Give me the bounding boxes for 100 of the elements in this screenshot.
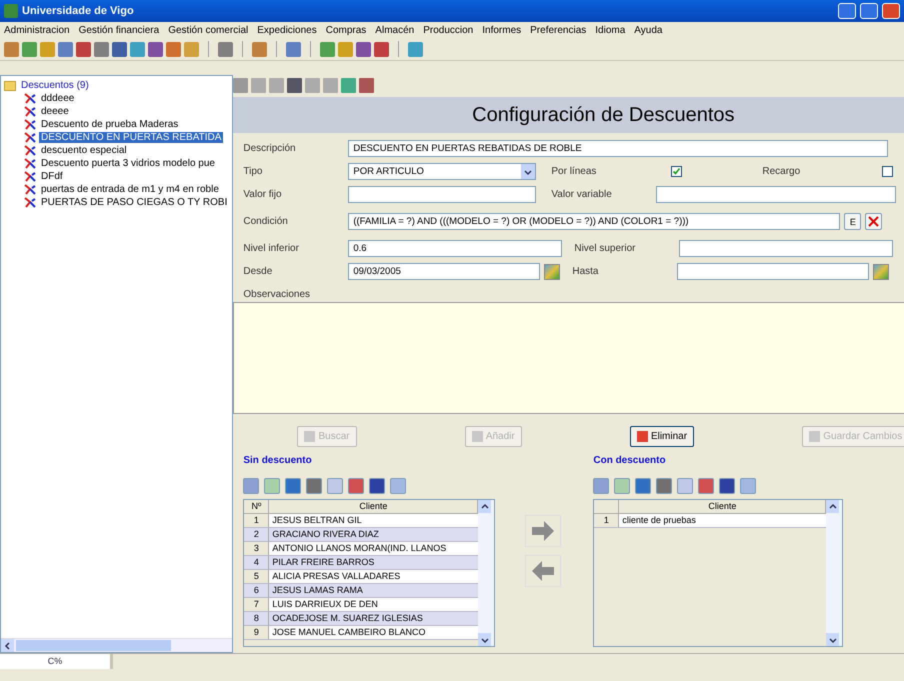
tree-item[interactable]: deeee xyxy=(39,106,71,117)
toolbar-button[interactable] xyxy=(356,42,371,56)
tree-item[interactable]: dddeee xyxy=(39,93,76,104)
toolbar-button[interactable] xyxy=(148,42,163,56)
calendar-icon[interactable] xyxy=(544,264,560,280)
notes-field[interactable] xyxy=(233,302,904,414)
toolbar-button[interactable] xyxy=(698,478,714,494)
text-field[interactable] xyxy=(348,186,536,203)
section-title: Sin descuento xyxy=(243,455,313,468)
menu-item[interactable]: Gestión financiera xyxy=(78,24,160,36)
tree-item[interactable]: puertas de entrada de m1 y m4 en roble xyxy=(39,184,221,195)
maximize-button[interactable] xyxy=(860,3,878,19)
field-label: Valor fijo xyxy=(243,189,283,200)
toolbar-button[interactable] xyxy=(76,42,91,56)
discount-icon xyxy=(24,171,36,182)
tree-item[interactable]: Descuento de prueba Maderas xyxy=(39,119,180,130)
field-label: Recargo xyxy=(762,166,802,177)
menu-item[interactable]: Preferencias xyxy=(530,24,586,36)
discount-icon xyxy=(24,119,36,130)
text-field[interactable]: DESCUENTO EN PUERTAS REBATIDAS DE ROBLE xyxy=(348,140,888,157)
calendar-icon[interactable] xyxy=(873,264,890,280)
menu-item[interactable]: Produccion xyxy=(423,24,474,36)
row-number: 9 xyxy=(244,626,270,640)
toolbar-button[interactable] xyxy=(306,478,322,494)
toolbar-button[interactable] xyxy=(94,42,109,56)
tree-item[interactable]: Descuento puerta 3 vidrios modelo pue xyxy=(39,158,217,169)
scroll-down-icon[interactable] xyxy=(480,636,489,644)
field-label: Por líneas xyxy=(551,166,598,177)
field-label: Desde xyxy=(243,266,274,277)
scrollbar[interactable] xyxy=(1,638,232,652)
toolbar-button[interactable] xyxy=(348,478,364,494)
checkbox[interactable] xyxy=(671,166,682,177)
tree-item[interactable]: descuento especial xyxy=(39,145,129,156)
column-header[interactable]: Cliente xyxy=(269,500,478,514)
minimize-button[interactable] xyxy=(838,3,856,19)
menu-item[interactable]: Informes xyxy=(482,24,522,36)
row-number: 8 xyxy=(244,612,270,626)
field-label: Nivel superior xyxy=(574,243,636,254)
column-header[interactable]: Cliente xyxy=(619,500,826,514)
toolbar-button[interactable] xyxy=(369,478,386,494)
menu-item[interactable]: Expediciones xyxy=(257,24,317,36)
row-number: 5 xyxy=(244,570,270,584)
checkbox[interactable] xyxy=(882,166,894,177)
nav-button[interactable] xyxy=(359,78,374,92)
table-cell[interactable]: LUIS DARRIEUX DE DEN xyxy=(269,598,478,612)
toolbar-button[interactable] xyxy=(58,42,73,56)
action-button[interactable]: Eliminar xyxy=(630,426,694,447)
menu-item[interactable]: Administracion xyxy=(4,24,70,36)
menu-item[interactable]: Ayuda xyxy=(634,24,662,36)
close-button[interactable] xyxy=(882,3,900,19)
toolbar-button[interactable] xyxy=(112,42,127,56)
menu-item[interactable]: Idioma xyxy=(595,24,626,36)
menu-item[interactable]: Almacén xyxy=(375,24,414,36)
table-cell[interactable]: JOSE MANUEL CAMBEIRO BLANCO xyxy=(269,626,478,640)
scrollbar[interactable] xyxy=(478,500,494,646)
scrollbar[interactable] xyxy=(826,500,842,646)
toolbar-button[interactable] xyxy=(285,478,302,494)
nav-button[interactable] xyxy=(287,78,302,92)
scroll-left-icon[interactable] xyxy=(4,642,12,650)
scroll-up-icon[interactable] xyxy=(480,502,489,510)
table-cell[interactable]: PILAR FREIRE BARROS xyxy=(269,556,478,570)
text-field[interactable] xyxy=(677,263,870,280)
toolbar-button[interactable] xyxy=(719,478,736,494)
discount-icon xyxy=(24,106,36,117)
row-number: 3 xyxy=(244,542,270,556)
field-label: Hasta xyxy=(572,266,600,277)
type-dropdown[interactable]: POR ARTICULO xyxy=(348,163,536,180)
field-label: Nivel inferior xyxy=(243,243,300,254)
row-number: 7 xyxy=(244,598,270,612)
table-cell[interactable]: JESUS LAMAS RAMA xyxy=(269,584,478,598)
text-field[interactable]: ((FAMILIA = ?) AND (((MODELO = ?) OR (MODELO = ?)) AND (COLOR1 = ?))) xyxy=(348,213,840,230)
status-text: C% xyxy=(0,654,113,669)
form-title: Configuración de Descuentos xyxy=(233,97,904,133)
discount-icon xyxy=(24,132,36,143)
toolbar-button[interactable] xyxy=(635,478,652,494)
menu-item[interactable]: Gestión comercial xyxy=(168,24,248,36)
menu-item[interactable]: Compras xyxy=(326,24,366,36)
tree-item[interactable]: DFdf xyxy=(39,171,65,182)
toolbar-button[interactable] xyxy=(656,478,672,494)
scroll-down-icon[interactable] xyxy=(828,636,837,644)
table-cell[interactable]: cliente de pruebas xyxy=(619,514,826,528)
table-cell[interactable]: ANTONIO LLANOS MORAN(IND. LLANOS xyxy=(269,542,478,556)
text-field[interactable]: 09/03/2005 xyxy=(348,263,540,280)
tree-item[interactable]: DESCUENTO EN PUERTAS REBATIDA xyxy=(39,132,224,143)
scroll-up-icon[interactable] xyxy=(828,502,837,510)
toolbar-button[interactable] xyxy=(374,42,389,56)
toolbar-button[interactable] xyxy=(286,42,301,56)
table-cell[interactable]: JESUS BELTRAN GIL xyxy=(269,514,478,528)
table-cell[interactable]: ALICIA PRESAS VALLADARES xyxy=(269,570,478,584)
delete-button[interactable] xyxy=(865,213,882,230)
tree-item[interactable]: PUERTAS DE PASO CIEGAS O TY ROBI xyxy=(39,197,230,208)
text-field[interactable] xyxy=(679,240,894,257)
table-cell[interactable]: OCADEJOSE M. SUAREZ IGLESIAS xyxy=(269,612,478,626)
table-cell[interactable]: GRACIANO RIVERA DIAZ xyxy=(269,528,478,542)
toolbar-button[interactable] xyxy=(218,42,233,56)
tree-item[interactable]: Descuentos (9) xyxy=(19,80,91,91)
text-field[interactable]: 0.6 xyxy=(348,240,562,257)
edit-button[interactable]: E xyxy=(844,213,862,230)
field-label: Descripción xyxy=(243,143,297,154)
text-field[interactable] xyxy=(656,186,896,203)
